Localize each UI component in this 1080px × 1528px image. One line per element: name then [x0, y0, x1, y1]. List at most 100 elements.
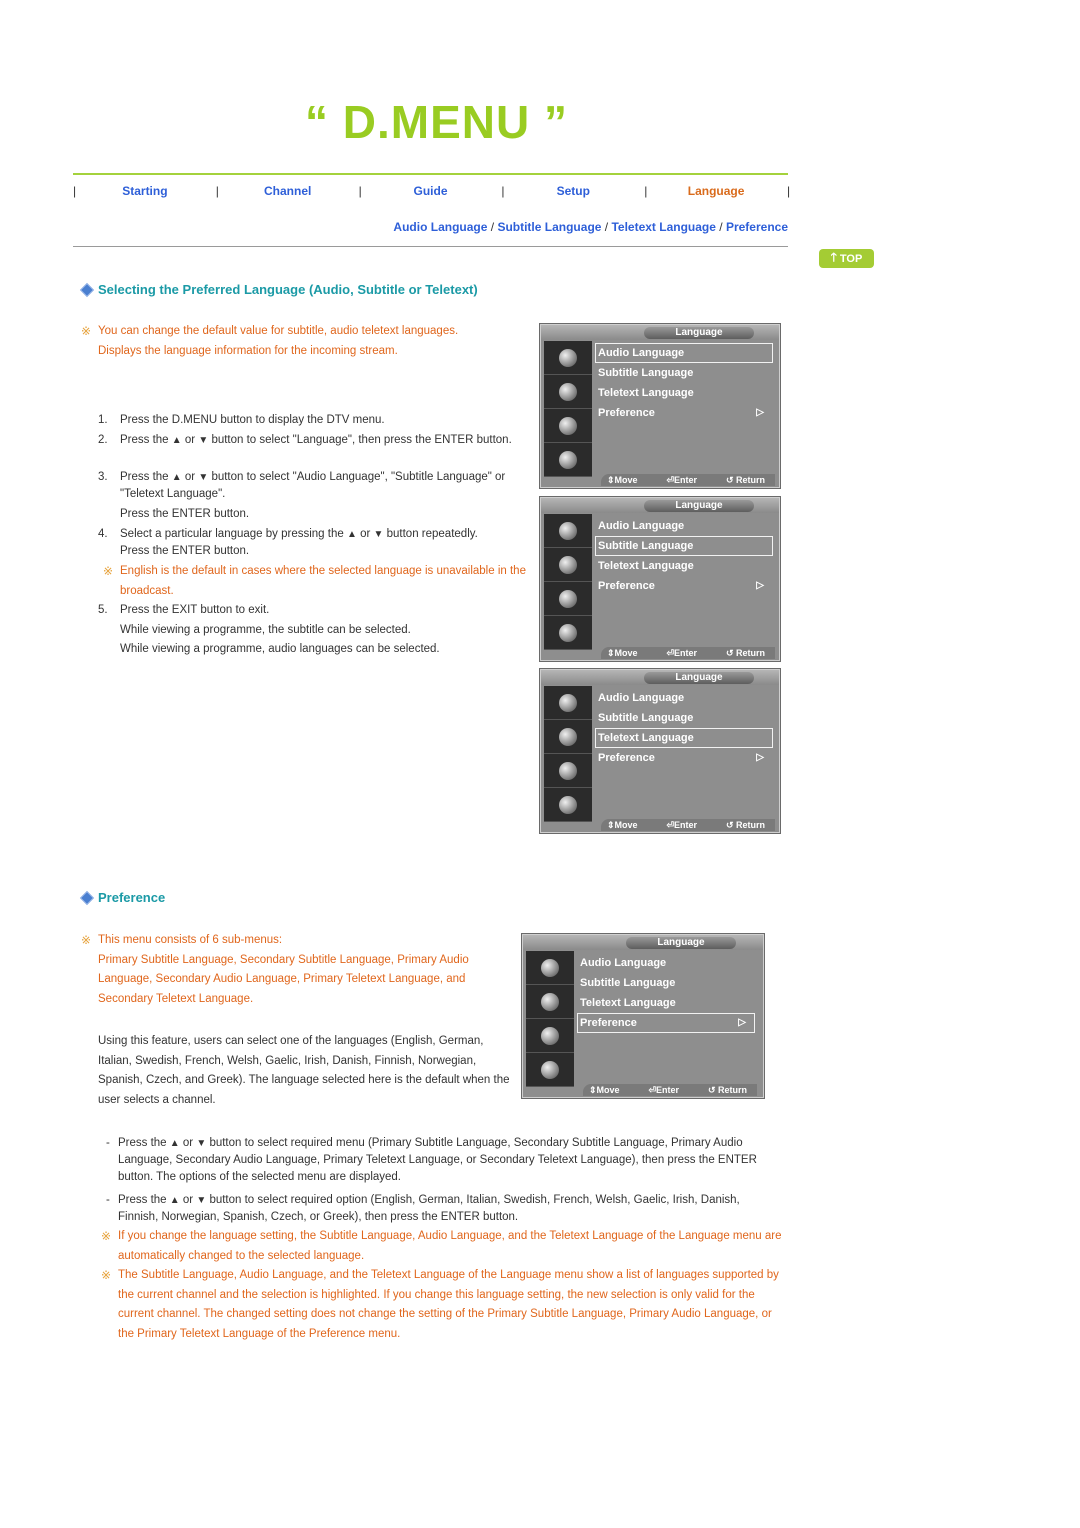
- updown-icon: ⇕: [607, 648, 615, 658]
- step-extra: While viewing a programme, audio languag…: [120, 643, 440, 655]
- top-button-label: TOP: [839, 252, 863, 265]
- picture-icon: [526, 951, 574, 985]
- updown-icon: ⇕: [607, 820, 615, 830]
- step-text: Press the ▲ or ▼ button to select "Langu…: [120, 434, 512, 446]
- step-number: 1.: [98, 414, 108, 426]
- osd-menu-item[interactable]: Audio Language: [577, 953, 755, 973]
- setup-icon: [526, 1019, 574, 1053]
- osd-icon-column: [544, 341, 592, 477]
- note-mark-icon: ※: [81, 324, 92, 338]
- osd-menu-item[interactable]: Audio Language: [595, 343, 773, 363]
- up-triangle-icon: ▲: [346, 529, 357, 540]
- osd-menu-item[interactable]: Subtitle Language: [595, 536, 773, 556]
- down-triangle-icon: ▼: [196, 1195, 207, 1206]
- osd-move-hint: ⇕Move: [607, 820, 638, 830]
- osd-enter-hint: ⏎Enter: [666, 820, 698, 830]
- sound-icon: [544, 720, 592, 754]
- preference-paragraph: Using this feature, users can select one…: [98, 1035, 510, 1106]
- return-icon: ↺: [725, 820, 736, 830]
- submenu-arrow-icon: ▷: [756, 752, 764, 763]
- osd-menu-item[interactable]: Audio Language: [595, 688, 773, 708]
- subnav-teletext-language[interactable]: Teletext Language: [611, 220, 715, 234]
- osd-title: Language: [644, 672, 754, 684]
- nav-separator: |: [786, 184, 791, 198]
- osd-enter-hint: ⏎Enter: [666, 648, 698, 658]
- osd-enter-hint: ⏎Enter: [648, 1085, 680, 1095]
- top-button[interactable]: 🡑 TOP: [819, 249, 874, 268]
- sound-icon: [544, 375, 592, 409]
- input-icon: [526, 1053, 574, 1087]
- osd-header: Language: [541, 498, 779, 513]
- nav-item-channel[interactable]: Channel: [217, 184, 359, 198]
- step-number: 4.: [98, 528, 108, 540]
- subnav-preference[interactable]: Preference: [726, 220, 788, 234]
- diamond-bullet-icon: [79, 282, 95, 297]
- osd-title: Language: [626, 937, 736, 949]
- arrow-up-icon: 🡑: [830, 250, 837, 264]
- osd-menu-item[interactable]: Teletext Language: [595, 728, 773, 748]
- picture-icon: [544, 686, 592, 720]
- osd-return-hint: ↺ Return: [707, 1085, 747, 1095]
- osd-menu-list: Audio Language Subtitle Language Teletext …: [595, 343, 773, 423]
- osd-screen-preference: Language Audio Language Subtitle Language T…: [522, 934, 764, 1098]
- step-1: 1. Press the D.MENU button to display th…: [98, 412, 528, 429]
- up-triangle-icon: ▲: [169, 1138, 180, 1149]
- bullet-2: - Press the ▲ or ▼ button to select requ…: [106, 1194, 740, 1223]
- osd-menu-item[interactable]: Subtitle Language: [595, 363, 773, 383]
- step-text: Press the ▲ or ▼ button to select "Audio…: [120, 471, 506, 500]
- osd-menu-list: Audio Language Subtitle Language Teletext …: [577, 953, 755, 1033]
- section-heading-text: Preference: [98, 890, 166, 905]
- step-2: 2. Press the ▲ or ▼ button to select "La…: [98, 432, 528, 449]
- step-number: 2.: [98, 434, 108, 446]
- subnav-subtitle-language[interactable]: Subtitle Language: [497, 220, 601, 234]
- note-line: Displays the language information for th…: [98, 344, 398, 357]
- osd-menu-item[interactable]: Preference ▷: [577, 1013, 755, 1033]
- subnav-audio-language[interactable]: Audio Language: [393, 220, 487, 234]
- submenu-arrow-icon: ▷: [756, 407, 764, 418]
- up-triangle-icon: ▲: [171, 472, 182, 483]
- osd-screen-teletext: Language Audio Language Subtitle Language T…: [540, 669, 780, 833]
- return-icon: ↺: [725, 475, 736, 485]
- nav-item-starting[interactable]: Starting: [74, 184, 216, 198]
- nav-item-language[interactable]: Language: [645, 184, 787, 198]
- enter-icon: ⏎: [648, 1085, 657, 1095]
- note-mark-icon: ※: [81, 933, 92, 947]
- note-mark-icon: ※: [103, 564, 114, 578]
- osd-return-hint: ↺ Return: [725, 475, 765, 485]
- osd-return-hint: ↺ Return: [725, 820, 765, 830]
- updown-icon: ⇕: [589, 1085, 597, 1095]
- osd-icon-column: [544, 514, 592, 650]
- submenu-arrow-icon: ▷: [756, 580, 764, 591]
- up-triangle-icon: ▲: [169, 1195, 180, 1206]
- osd-menu-item[interactable]: Preference ▷: [595, 576, 773, 596]
- note-body: Primary Subtitle Language, Secondary Sub…: [98, 953, 469, 1005]
- subnav-separator: /: [715, 220, 726, 234]
- section2-note: ※ This menu consists of 6 sub-menus: Pri…: [81, 931, 503, 1009]
- osd-menu-item[interactable]: Subtitle Language: [595, 708, 773, 728]
- down-triangle-icon: ▼: [198, 435, 209, 446]
- osd-menu-item[interactable]: Teletext Language: [577, 993, 755, 1013]
- osd-menu-item[interactable]: Subtitle Language: [577, 973, 755, 993]
- enter-icon: ⏎: [666, 820, 675, 830]
- osd-menu-item[interactable]: Preference ▷: [595, 403, 773, 423]
- step-extra: Press the ENTER button.: [120, 508, 250, 520]
- input-icon: [544, 443, 592, 477]
- osd-menu-item[interactable]: Audio Language: [595, 516, 773, 536]
- down-triangle-icon: ▼: [373, 529, 384, 540]
- osd-menu-list: Audio Language Subtitle Language Teletext …: [595, 688, 773, 768]
- nav-item-setup[interactable]: Setup: [502, 184, 644, 198]
- title-divider: [73, 173, 788, 175]
- note-text: The Subtitle Language, Audio Language, a…: [118, 1269, 779, 1340]
- osd-move-hint: ⇕Move: [607, 648, 638, 658]
- osd-menu-item[interactable]: Teletext Language: [595, 556, 773, 576]
- updown-icon: ⇕: [607, 475, 615, 485]
- sound-icon: [526, 985, 574, 1019]
- osd-menu-item[interactable]: Preference ▷: [595, 748, 773, 768]
- preference-note-1: ※ If you change the language setting, th…: [101, 1227, 783, 1266]
- osd-screen-subtitle: Language Audio Language Subtitle Language T…: [540, 497, 780, 661]
- osd-menu-item[interactable]: Teletext Language: [595, 383, 773, 403]
- subnav-separator: /: [601, 220, 612, 234]
- osd-title: Language: [644, 327, 754, 339]
- nav-item-guide[interactable]: Guide: [360, 184, 502, 198]
- step-5: 5. Press the EXIT button to exit. While …: [98, 601, 528, 660]
